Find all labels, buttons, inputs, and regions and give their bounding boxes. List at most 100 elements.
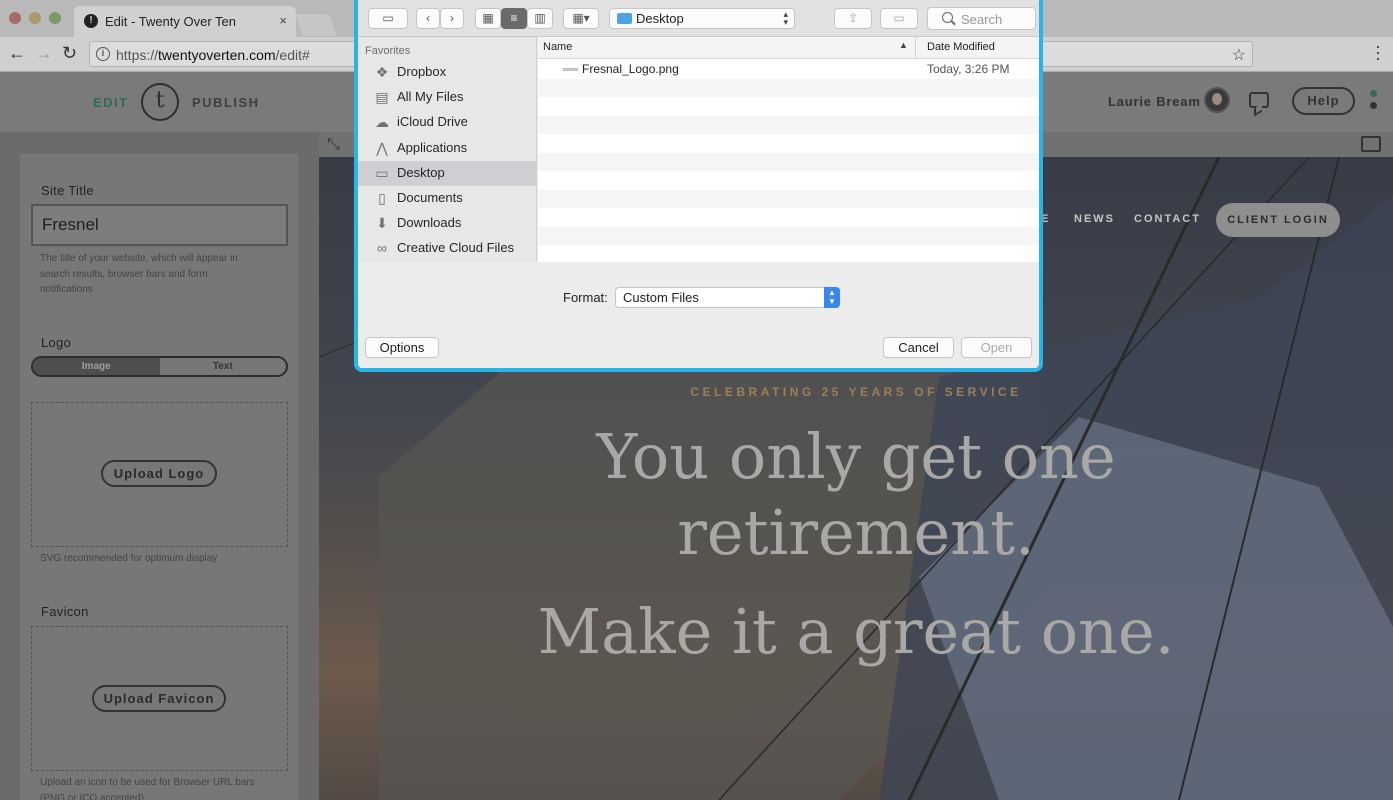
search-input[interactable]: Search (927, 7, 1036, 30)
avatar[interactable] (1204, 87, 1230, 113)
documents-icon: ▯ (378, 190, 386, 206)
select-arrows-icon: ▲ ▼ (824, 287, 840, 308)
tab-favicon-icon: ! (84, 14, 98, 28)
sort-ascending-icon[interactable]: ▲ (899, 40, 908, 50)
empty-row (538, 171, 1039, 190)
publish-tab[interactable]: PUBLISH (192, 95, 260, 110)
location-popup[interactable]: Desktop ▴ ▾ (609, 8, 795, 29)
column-divider[interactable] (915, 37, 916, 59)
browser-tab[interactable]: ! Edit - Twenty Over Ten × (74, 6, 296, 37)
search-placeholder: Search (961, 12, 1003, 27)
sidebar-item-label: iCloud Drive (397, 114, 468, 130)
sidebar-item-label: Creative Cloud Files (397, 240, 515, 256)
file-list-header: Name ▲ Date Modified (538, 37, 1039, 59)
empty-row (538, 208, 1039, 227)
date-column-header[interactable]: Date Modified (927, 41, 995, 53)
file-row[interactable]: Fresnal_Logo.png Today, 3:26 PM (538, 60, 1039, 79)
sidebar-item-label: All My Files (397, 89, 464, 105)
url-host: twentyoverten.com (158, 47, 276, 63)
sidebar-item-icloud-drive[interactable]: ☁ iCloud Drive (358, 110, 537, 135)
site-nav-contact[interactable]: CONTACT (1134, 213, 1201, 225)
window-minimize-button[interactable] (29, 12, 41, 24)
tag-button[interactable]: ▭ (880, 8, 918, 29)
sidebar-item-applications[interactable]: ⋀ Applications (358, 136, 537, 161)
browser-menu-icon[interactable]: · · · (1375, 37, 1381, 67)
upload-logo-button[interactable]: Upload Logo (101, 460, 217, 487)
sidebar-item-documents[interactable]: ▯ Documents (358, 186, 537, 211)
bookmark-star-icon[interactable]: ☆ (1232, 45, 1246, 65)
dialog-sidebar: Favorites ❖ Dropbox ▤ All My Files ☁ iCloud D… (358, 37, 537, 262)
format-select[interactable]: Custom Files ▲ ▼ (615, 287, 840, 308)
window-maximize-button[interactable] (49, 12, 61, 24)
sidebar-item-desktop[interactable]: ▭ Desktop (358, 160, 537, 186)
sidebar-item-label: Documents (397, 190, 463, 205)
empty-row (538, 134, 1039, 153)
empty-row (538, 245, 1039, 264)
site-title-label: Site Title (41, 183, 94, 198)
empty-row (538, 78, 1039, 97)
expand-icon[interactable]: ⤡ (327, 136, 340, 154)
all-files-icon: ▤ (375, 89, 389, 106)
empty-row (538, 115, 1039, 134)
window-close-button[interactable] (9, 12, 21, 24)
upload-favicon-button[interactable]: Upload Favicon (92, 685, 226, 712)
favorites-heading: Favorites (365, 45, 411, 57)
column-view-button[interactable]: ▥ (527, 8, 553, 29)
user-name[interactable]: Laurie Bream (1108, 94, 1201, 109)
status-dot-icon (1370, 102, 1377, 109)
back-arrow-icon[interactable]: ← (8, 43, 26, 63)
fullscreen-icon[interactable] (1361, 136, 1381, 152)
desktop-icon: ▭ (375, 164, 389, 181)
sidebar-item-label: Dropbox (397, 64, 447, 79)
forward-button[interactable]: › (440, 8, 464, 29)
reload-icon[interactable]: ↻ (62, 43, 77, 63)
options-button[interactable]: Options (365, 337, 439, 358)
sidebar-item-dropbox[interactable]: ❖ Dropbox (358, 60, 537, 85)
info-icon[interactable]: i (96, 47, 110, 61)
sidebar-item-creative-cloud-files[interactable]: ∞ Creative Cloud Files (358, 236, 537, 261)
empty-row (538, 152, 1039, 171)
hint-line: notifications (40, 284, 93, 295)
icon-view-button[interactable]: ▦ (475, 8, 501, 29)
file-name: Fresnal_Logo.png (582, 62, 679, 76)
app-logo[interactable]: t (141, 83, 179, 121)
hint-line: Upload an icon to be used for Browser UR… (40, 777, 255, 788)
chat-icon[interactable] (1249, 92, 1269, 108)
sidebar-item-label: Desktop (397, 164, 445, 180)
file-open-dialog: ▭ ‹ › ▦ ≡ ▥ ▦▾ Desktop ▴ ▾ ⇪ ▭ Search Fav… (354, 0, 1043, 372)
sidebar-item-label: Applications (397, 139, 468, 155)
status-dot-icon (1370, 90, 1377, 97)
site-nav-news[interactable]: NEWS (1074, 213, 1115, 225)
hero-headline-line: retirement. (677, 496, 1035, 569)
hero-kicker: CELEBRATING 25 YEARS OF SERVICE (690, 385, 1022, 399)
favicon-label: Favicon (41, 604, 89, 619)
open-button[interactable]: Open (961, 337, 1032, 358)
applications-icon: ⋀ (376, 139, 388, 156)
url-path: /edit# (275, 47, 310, 63)
dropbox-icon: ❖ (375, 64, 389, 80)
sidebar-toggle-button[interactable]: ▭ (368, 8, 408, 29)
site-title-hint: The title of your website, which will ap… (40, 251, 238, 298)
edit-tab[interactable]: EDIT (93, 95, 129, 110)
name-column-header[interactable]: Name (543, 41, 572, 53)
arrange-button[interactable]: ▦▾ (563, 8, 599, 29)
logo-image-tab[interactable]: Image (33, 358, 160, 375)
file-list: Name ▲ Date Modified Fresnal_Logo.png Tod… (538, 37, 1039, 262)
site-title-input[interactable]: Fresnel (31, 204, 288, 246)
sidebar-item-all-my-files[interactable]: ▤ All My Files (358, 85, 537, 110)
hint-line: search results, browser bars and form (40, 268, 208, 280)
logo-text-tab[interactable]: Text (160, 358, 287, 375)
new-tab-button[interactable] (294, 14, 338, 36)
list-view-button[interactable]: ≡ (501, 8, 527, 29)
hint-line: (PNG or ICO accepted) (40, 792, 144, 800)
share-button[interactable]: ⇪ (834, 8, 872, 29)
client-login-button[interactable]: CLIENT LOGIN (1216, 203, 1340, 237)
back-button[interactable]: ‹ (416, 8, 440, 29)
tab-close-icon[interactable]: × (279, 13, 287, 28)
forward-arrow-icon[interactable]: → (35, 43, 53, 63)
cancel-button[interactable]: Cancel (883, 337, 954, 358)
sidebar-item-downloads[interactable]: ⬇ Downloads (358, 211, 537, 236)
format-value: Custom Files (623, 290, 699, 305)
help-button[interactable]: Help (1292, 87, 1355, 115)
popup-arrows-icon: ▴ ▾ (783, 9, 788, 27)
